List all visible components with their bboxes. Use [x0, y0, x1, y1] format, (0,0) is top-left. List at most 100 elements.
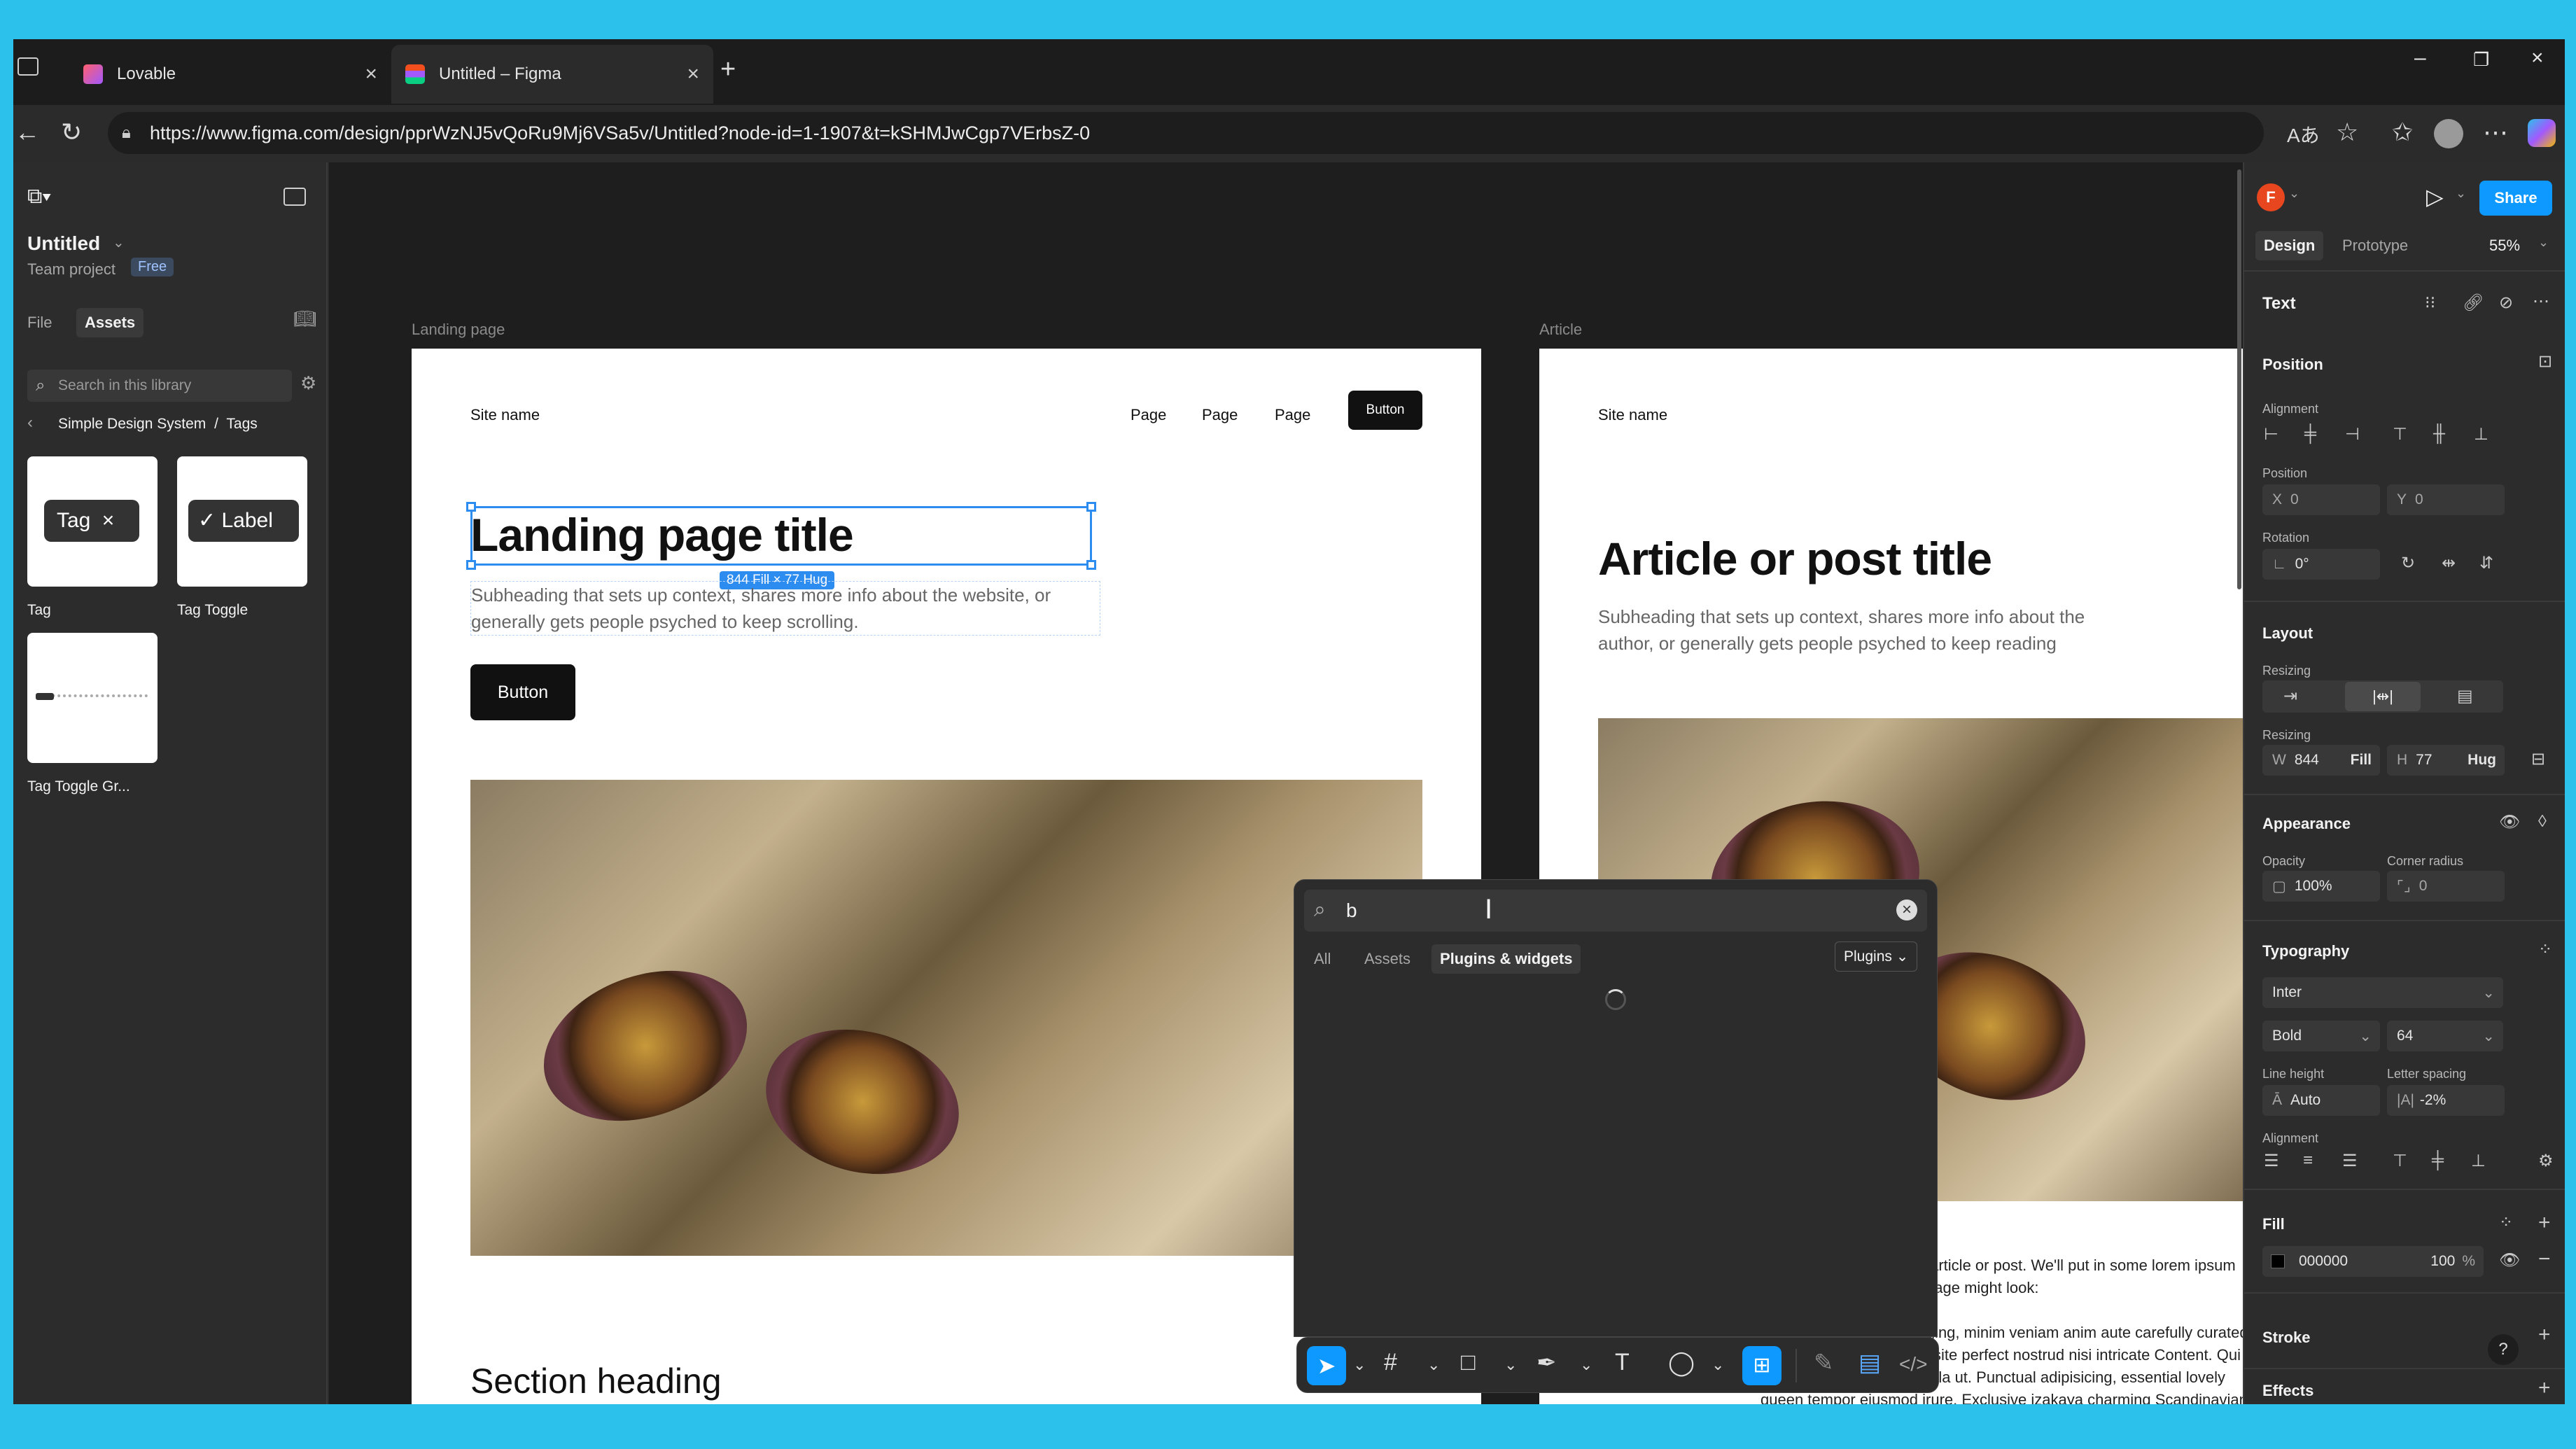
add-fill-icon[interactable]: +	[2538, 1211, 2551, 1235]
nav-page[interactable]: Page	[1202, 406, 1238, 424]
clear-icon[interactable]: ×	[1896, 899, 1917, 920]
article-title[interactable]: Article or post title	[1598, 532, 1992, 585]
sidebar-toggle-icon[interactable]	[18, 57, 38, 76]
text-styles-icon[interactable]: ⁘	[2538, 939, 2552, 960]
new-tab-icon[interactable]: +	[720, 55, 736, 85]
chevron-down-icon[interactable]: ⌄	[1712, 1356, 1724, 1374]
chevron-down-icon[interactable]: ⌄	[1427, 1356, 1440, 1374]
fill-color-field[interactable]: 000000 100 %	[2262, 1246, 2484, 1277]
tab-assets[interactable]: Assets	[76, 308, 144, 337]
auto-height-icon[interactable]: ▤	[2457, 686, 2473, 706]
height-field[interactable]: H 77 Hug	[2387, 745, 2505, 776]
line-height-field[interactable]: Ā Auto	[2262, 1085, 2380, 1116]
breadcrumb-tags[interactable]: Tags	[226, 416, 257, 432]
opacity-field[interactable]: ▢ 100%	[2262, 871, 2380, 902]
text-align-center-icon[interactable]: ≡	[2303, 1151, 2313, 1170]
text-tool-icon[interactable]: T	[1615, 1349, 1630, 1376]
text-align-left-icon[interactable]: ☰	[2264, 1151, 2279, 1171]
panel-toggle-icon[interactable]	[284, 188, 306, 206]
variable-icon[interactable]: ⊘	[2499, 293, 2513, 313]
chevron-down-icon[interactable]: ⌄	[1580, 1356, 1592, 1374]
favorites-icon[interactable]: ✩	[2392, 118, 2413, 147]
landing-title[interactable]: Landing page title	[470, 508, 854, 561]
frame-label[interactable]: Article	[1539, 321, 1582, 339]
font-size-select[interactable]: 64 ⌄	[2387, 1021, 2503, 1051]
text-align-right-icon[interactable]: ☰	[2342, 1151, 2358, 1171]
library-book-icon[interactable]: 📖︎	[293, 308, 316, 330]
font-family-select[interactable]: Inter ⌄	[2262, 977, 2503, 1008]
move-tool-icon[interactable]: ➤	[1307, 1346, 1346, 1385]
back-chevron-icon[interactable]: ‹	[27, 413, 33, 433]
vertical-align-middle-icon[interactable]: ╪	[2432, 1151, 2444, 1170]
back-icon[interactable]: ←	[15, 118, 40, 147]
component-icon[interactable]: ⁝⁝	[2425, 293, 2435, 313]
actions-tool-icon[interactable]: ⊞	[1742, 1346, 1782, 1385]
close-tab-icon[interactable]: ×	[687, 62, 699, 86]
tab-prototype[interactable]: Prototype	[2342, 237, 2408, 255]
frame-tool-icon[interactable]: #	[1384, 1349, 1397, 1376]
plugins-filter-dropdown[interactable]: Plugins ⌄	[1835, 941, 1918, 972]
fill-swatch[interactable]	[2271, 1254, 2285, 1268]
tab-figma[interactable]: Untitled – Figma ×	[391, 45, 713, 104]
comment-tool-icon[interactable]: ◯	[1668, 1349, 1695, 1377]
add-effect-icon[interactable]: +	[2538, 1376, 2551, 1400]
dev-mode-icon[interactable]: </>	[1899, 1353, 1927, 1376]
y-field[interactable]: Y0	[2387, 484, 2505, 515]
chevron-down-icon[interactable]: ⌄	[1504, 1356, 1517, 1374]
read-aloud-icon[interactable]: Aあ	[2287, 120, 2320, 148]
corner-radius-field[interactable]: ⌜⌟ 0	[2387, 871, 2505, 902]
copilot-icon[interactable]	[2528, 119, 2556, 147]
canvas[interactable]: Landing page Article Site name Page Page…	[329, 162, 2243, 1404]
draw-mode-icon[interactable]: ✎	[1814, 1349, 1834, 1377]
font-weight-select[interactable]: Bold ⌄	[2262, 1021, 2380, 1051]
blend-drop-icon[interactable]: ◊	[2538, 812, 2547, 832]
tab-all[interactable]: All	[1314, 950, 1331, 968]
chevron-down-icon[interactable]: ⌄	[113, 234, 125, 251]
user-avatar[interactable]: F	[2257, 183, 2285, 211]
filter-icon[interactable]: ⚙︎	[300, 372, 316, 394]
vertical-align-bottom-icon[interactable]: ⊥	[2471, 1151, 2486, 1171]
present-icon[interactable]: ▷	[2426, 183, 2444, 210]
align-middle-v-icon[interactable]: ╫	[2433, 424, 2445, 444]
align-top-icon[interactable]: ⊤	[2393, 424, 2407, 444]
selection-handle[interactable]	[1086, 502, 1096, 512]
asset-tag-toggle-group-tile[interactable]	[27, 633, 158, 763]
align-left-icon[interactable]: ⊢	[2264, 424, 2278, 444]
nav-page[interactable]: Page	[1130, 406, 1166, 424]
tab-plugins-widgets[interactable]: Plugins & widgets	[1432, 944, 1581, 974]
align-bottom-icon[interactable]: ⊥	[2474, 424, 2488, 444]
url-field[interactable]: 🔒︎ https://www.figma.com/design/pprWzNJ5…	[108, 112, 2264, 154]
fixed-width-icon[interactable]: ⇥	[2283, 686, 2297, 706]
chevron-down-icon[interactable]: ⌄	[2456, 186, 2466, 201]
vertical-align-top-icon[interactable]: ⊤	[2393, 1151, 2407, 1171]
constraints-icon[interactable]: ⊟	[2531, 749, 2545, 769]
favorite-star-icon[interactable]: ☆	[2336, 118, 2358, 147]
flip-horizontal-icon[interactable]: ⇹	[2442, 553, 2456, 573]
selection-handle[interactable]	[466, 560, 476, 570]
width-field[interactable]: W 844 Fill	[2262, 745, 2380, 776]
canvas-scrollbar[interactable]	[2237, 169, 2241, 589]
close-window-icon[interactable]: ×	[2531, 46, 2544, 70]
tab-lovable[interactable]: Lovable ×	[69, 45, 391, 104]
minimize-icon[interactable]: –	[2414, 46, 2426, 70]
align-right-icon[interactable]: ⊣	[2345, 424, 2360, 444]
rectangle-tool-icon[interactable]: □	[1461, 1349, 1476, 1376]
letter-spacing-field[interactable]: |A| -2%	[2387, 1085, 2505, 1116]
frame-label[interactable]: Landing page	[412, 321, 505, 339]
landing-button[interactable]: Button	[470, 664, 575, 720]
chevron-down-icon[interactable]: ⌄	[2538, 235, 2549, 250]
main-menu-icon[interactable]: ⧉▾	[27, 185, 51, 209]
asset-tag-tile[interactable]: Tag ×	[27, 456, 158, 587]
close-tab-icon[interactable]: ×	[365, 62, 377, 86]
zoom-level[interactable]: 55%	[2489, 237, 2520, 255]
search-field[interactable]: ⌕ b I ×	[1304, 890, 1927, 932]
remove-fill-icon[interactable]: −	[2538, 1247, 2551, 1271]
focus-icon[interactable]: ⊡	[2538, 351, 2552, 372]
visibility-eye-icon[interactable]: 👁︎	[2499, 812, 2520, 832]
library-search[interactable]: ⌕ Search in this library	[27, 370, 292, 402]
design-mode-icon[interactable]: ▤	[1858, 1349, 1881, 1377]
link-icon[interactable]: 🔗︎	[2463, 293, 2484, 313]
nav-button[interactable]: Button	[1348, 391, 1422, 430]
profile-avatar[interactable]	[2434, 119, 2463, 148]
section-heading[interactable]: Section heading	[470, 1361, 722, 1401]
